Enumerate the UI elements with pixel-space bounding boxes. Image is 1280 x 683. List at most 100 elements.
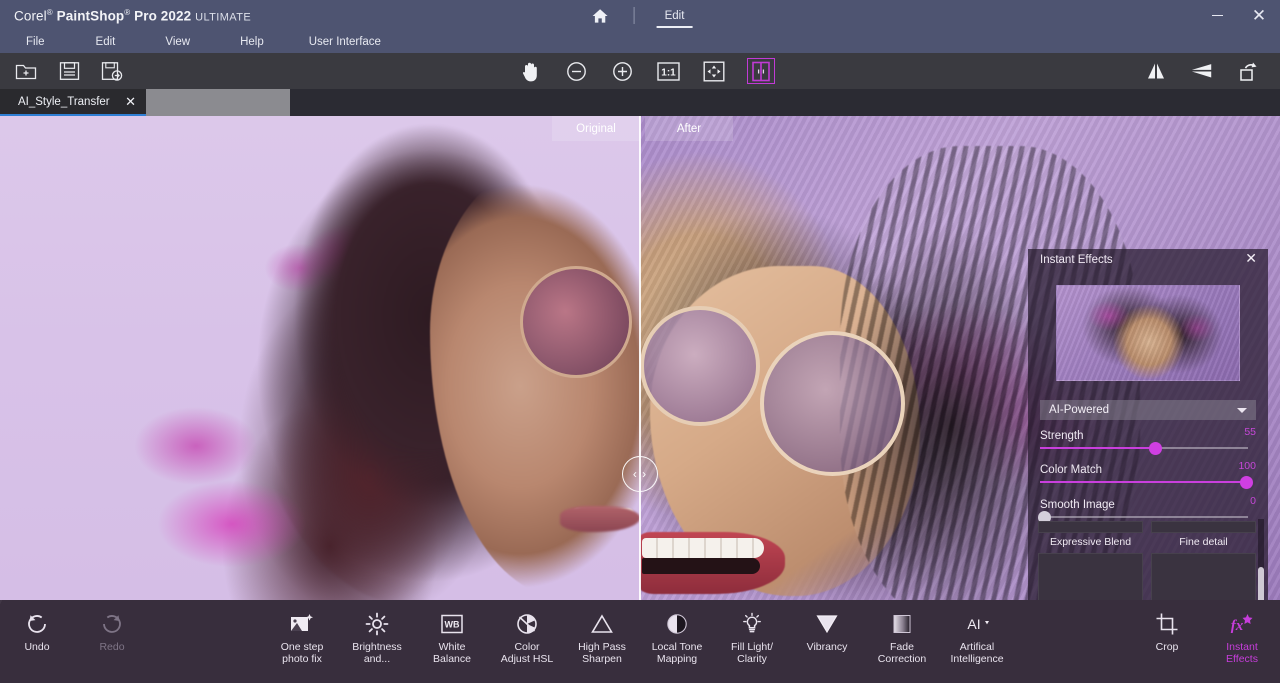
slider-color-match-track[interactable] — [1040, 475, 1253, 489]
slider-strength: Strength 55 — [1040, 426, 1256, 455]
menu-item-help[interactable]: Help — [230, 31, 274, 53]
high-pass-sharpen-icon — [590, 611, 614, 637]
fit-to-window-button[interactable] — [702, 59, 726, 83]
original-label: Original — [552, 116, 640, 141]
save-button[interactable] — [57, 59, 81, 83]
menu-label-file: File — [26, 36, 45, 48]
zoom-actual-size-button[interactable]: 1:1 — [656, 59, 680, 83]
split-preview-button[interactable] — [747, 58, 775, 84]
tool-strip: 1:1 — [0, 53, 1280, 89]
image-canvas[interactable]: Original After ‹ › Instant Effects ✕ AI-… — [0, 116, 1280, 600]
menu-item-user-interface[interactable]: User Interface — [299, 31, 391, 53]
bottom-item-artificial-intelligence[interactable]: AI Artifical Intelligence — [940, 611, 1014, 673]
tab-edit-label: Edit — [664, 9, 685, 22]
slider-strength-label: Strength — [1040, 430, 1084, 442]
menu-item-file[interactable]: File — [16, 31, 55, 53]
bottom-item-brightness[interactable]: Brightness and... — [340, 611, 414, 673]
original-preview-pane — [0, 116, 640, 600]
bottom-item-label: Color Adjust HSL — [500, 641, 554, 665]
bottom-item-undo[interactable]: Undo — [0, 611, 74, 673]
bottom-item-label: Instant Effects — [1226, 641, 1258, 665]
fill-light-clarity-icon — [740, 611, 764, 637]
menu-label-user-interface: User Interface — [308, 36, 381, 48]
menu-item-edit[interactable]: Edit — [86, 31, 126, 53]
bottom-item-label: High Pass Sharpen — [578, 641, 626, 665]
mirror-button[interactable] — [1144, 59, 1168, 83]
brand-pro-version: Pro 2022 — [134, 8, 192, 24]
home-button[interactable] — [580, 0, 620, 31]
zoom-out-icon — [566, 61, 586, 81]
bottom-item-fill-light-clarity[interactable]: Fill Light/ Clarity — [715, 611, 789, 673]
bottom-item-label: Fill Light/ Clarity — [730, 641, 773, 665]
bottom-item-fade-correction[interactable]: Fade Correction — [865, 611, 939, 673]
zoom-in-button[interactable] — [610, 59, 634, 83]
local-tone-mapping-icon — [665, 611, 689, 637]
minimize-button[interactable] — [1196, 0, 1238, 31]
slider-strength-knob[interactable] — [1149, 441, 1162, 455]
menu-item-view[interactable]: View — [155, 31, 200, 53]
slider-strength-fill — [1040, 447, 1155, 449]
split-divider[interactable] — [639, 116, 641, 600]
tool-strip-center-group: 1:1 — [518, 53, 775, 89]
bottom-item-redo[interactable]: Redo — [75, 611, 149, 673]
effect-row: Gemstone Glow — [1038, 553, 1260, 600]
bottom-item-instant-effects[interactable]: fx Instant Effects — [1205, 611, 1279, 673]
effect-item-glow[interactable]: Glow — [1151, 553, 1256, 600]
slider-smooth-image-track[interactable] — [1038, 510, 1248, 524]
effect-category-dropdown[interactable]: AI-Powered — [1040, 400, 1256, 420]
zoom-in-icon — [612, 61, 632, 81]
effect-thumbnail-image — [1151, 553, 1256, 600]
document-tab-label: AI_Style_Transfer — [18, 95, 110, 108]
save-as-button[interactable] — [100, 59, 124, 83]
new-from-folder-icon — [15, 64, 37, 79]
effect-category-value: AI-Powered — [1049, 404, 1110, 416]
flip-button[interactable] — [1190, 59, 1214, 83]
slider-strength-track[interactable] — [1040, 441, 1248, 455]
slider-color-match-knob[interactable] — [1240, 475, 1253, 489]
bottom-item-crop[interactable]: Crop — [1130, 611, 1204, 673]
slider-smooth-image-value: 0 — [1250, 495, 1256, 507]
pan-hand-button[interactable] — [518, 59, 542, 83]
white-balance-icon: WB — [439, 611, 465, 637]
effect-item-fine-detail[interactable]: Fine detail — [1151, 521, 1256, 549]
effect-item-gemstone[interactable]: Gemstone — [1038, 553, 1143, 600]
effect-thumbnail-image — [1038, 553, 1143, 600]
original-sunglasses — [520, 266, 632, 378]
instant-effects-close-icon[interactable]: ✕ — [1245, 251, 1257, 265]
color-adjust-hsl-icon — [515, 611, 539, 637]
bottom-item-high-pass-sharpen[interactable]: High Pass Sharpen — [565, 611, 639, 673]
bottom-item-color-adjust-hsl[interactable]: Color Adjust HSL — [490, 611, 564, 673]
crop-icon — [1155, 611, 1179, 637]
instant-effects-header: Instant Effects ✕ — [1028, 249, 1268, 273]
document-tab-close-icon[interactable]: ✕ — [125, 95, 136, 108]
new-from-folder-button[interactable] — [14, 59, 38, 83]
bottom-item-label: One step photo fix — [280, 641, 324, 665]
slider-strength-value: 55 — [1244, 426, 1256, 438]
rotate-button[interactable] — [1236, 59, 1260, 83]
effects-scrollbar-thumb[interactable] — [1258, 567, 1264, 600]
paintshop-pro-window: Corel® PaintShop® Pro 2022 ULTIMATE Edit… — [0, 0, 1280, 683]
mirror-icon — [1148, 63, 1164, 79]
bottom-item-vibrancy[interactable]: Vibrancy — [790, 611, 864, 673]
split-drag-handle[interactable]: ‹ › — [622, 456, 658, 492]
document-tab[interactable]: AI_Style_Transfer ✕ — [0, 89, 146, 116]
effect-item-expressive-blend[interactable]: Expressive Blend — [1038, 521, 1143, 549]
bottom-item-one-step-photo-fix[interactable]: One step photo fix — [265, 611, 339, 673]
slider-color-match: Color Match 100 — [1040, 460, 1256, 489]
brand-edition: ULTIMATE — [195, 11, 252, 24]
close-window-button[interactable]: ✕ — [1238, 0, 1280, 31]
menu-label-help: Help — [240, 36, 264, 48]
bottom-item-local-tone-mapping[interactable]: Local Tone Mapping — [640, 611, 714, 673]
title-center-nav: Edit — [580, 0, 701, 31]
title-separator — [633, 7, 635, 24]
bottom-item-label: Artifical Intelligence — [950, 641, 1004, 665]
tab-edit[interactable]: Edit — [649, 0, 701, 31]
brand-paintshop: PaintShop — [56, 8, 125, 24]
bottom-item-white-balance[interactable]: WB White Balance — [415, 611, 489, 673]
zoom-out-button[interactable] — [564, 59, 588, 83]
artificial-intelligence-icon: AI — [962, 611, 992, 637]
svg-text:WB: WB — [445, 620, 460, 630]
app-brand: Corel® PaintShop® Pro 2022 ULTIMATE — [14, 8, 251, 24]
bottom-item-label: Fade Correction — [877, 641, 927, 665]
bottom-toolbar: Undo Redo One step photo fix Brightness … — [0, 600, 1280, 683]
